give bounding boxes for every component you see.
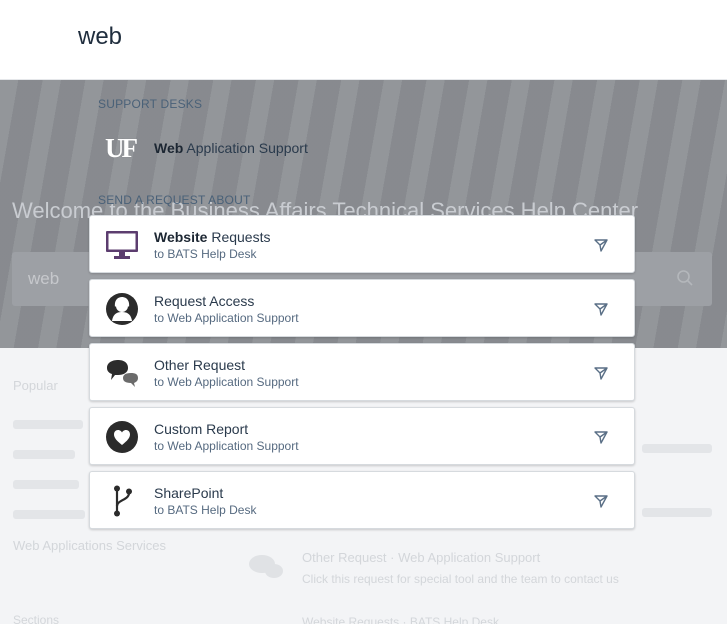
- request-destination: to BATS Help Desk: [154, 247, 257, 261]
- background-link: Web Applications Services: [13, 538, 166, 553]
- monitor-icon: [106, 231, 138, 259]
- send-icon[interactable]: [593, 493, 609, 509]
- branch-icon: [114, 485, 132, 517]
- uf-logo: UF: [105, 132, 138, 163]
- background-footer-link: Website Requests · BATS Help Desk: [302, 615, 499, 624]
- request-destination: to BATS Help Desk: [154, 503, 257, 517]
- background-search-value: web: [28, 269, 60, 288]
- background-line: [642, 508, 712, 517]
- background-footer-label: Sections: [13, 613, 60, 624]
- send-icon[interactable]: [593, 237, 609, 253]
- request-card-other-request[interactable]: Other Request to Web Application Support: [89, 343, 635, 401]
- background-line: [13, 510, 85, 519]
- request-destination: to Web Application Support: [154, 311, 299, 325]
- popular-label: Popular: [13, 378, 58, 393]
- request-card-sharepoint[interactable]: SharePoint to BATS Help Desk: [89, 471, 635, 529]
- chat-bubbles-icon: [107, 360, 138, 387]
- request-card-website-requests[interactable]: Website Requests to BATS Help Desk: [89, 215, 635, 273]
- request-title: Custom Report: [154, 421, 249, 437]
- heart-icon: [106, 421, 138, 453]
- send-icon[interactable]: [593, 429, 609, 445]
- search-input[interactable]: [78, 18, 678, 56]
- person-icon: [106, 293, 138, 325]
- background-line: [642, 444, 712, 453]
- request-card-custom-report[interactable]: Custom Report to Web Application Support: [89, 407, 635, 465]
- background-line: [13, 480, 79, 489]
- background-line: [13, 450, 75, 459]
- background-line: [13, 420, 83, 429]
- search-icon: [677, 270, 693, 286]
- request-destination: to Web Application Support: [154, 375, 299, 389]
- background-article-sub: Click this request for special tool and …: [302, 572, 619, 586]
- request-title: Request Access: [154, 293, 255, 309]
- request-title: Other Request: [154, 357, 246, 373]
- support-desk-web-application-support[interactable]: UF Web Application Support: [98, 128, 498, 168]
- search-bar: [0, 0, 727, 80]
- request-title: Website Requests: [154, 229, 271, 245]
- background-article-title: Other Request · Web Application Support: [302, 550, 541, 565]
- send-request-heading: SEND A REQUEST ABOUT: [98, 193, 251, 207]
- request-title: SharePoint: [154, 485, 224, 501]
- request-destination: to Web Application Support: [154, 439, 299, 453]
- send-icon[interactable]: [593, 365, 609, 381]
- support-desks-heading: SUPPORT DESKS: [98, 97, 203, 111]
- send-icon[interactable]: [593, 301, 609, 317]
- support-desk-title: Web Application Support: [154, 140, 308, 156]
- request-card-request-access[interactable]: Request Access to Web Application Suppor…: [89, 279, 635, 337]
- chat-bubbles-icon: [249, 555, 283, 578]
